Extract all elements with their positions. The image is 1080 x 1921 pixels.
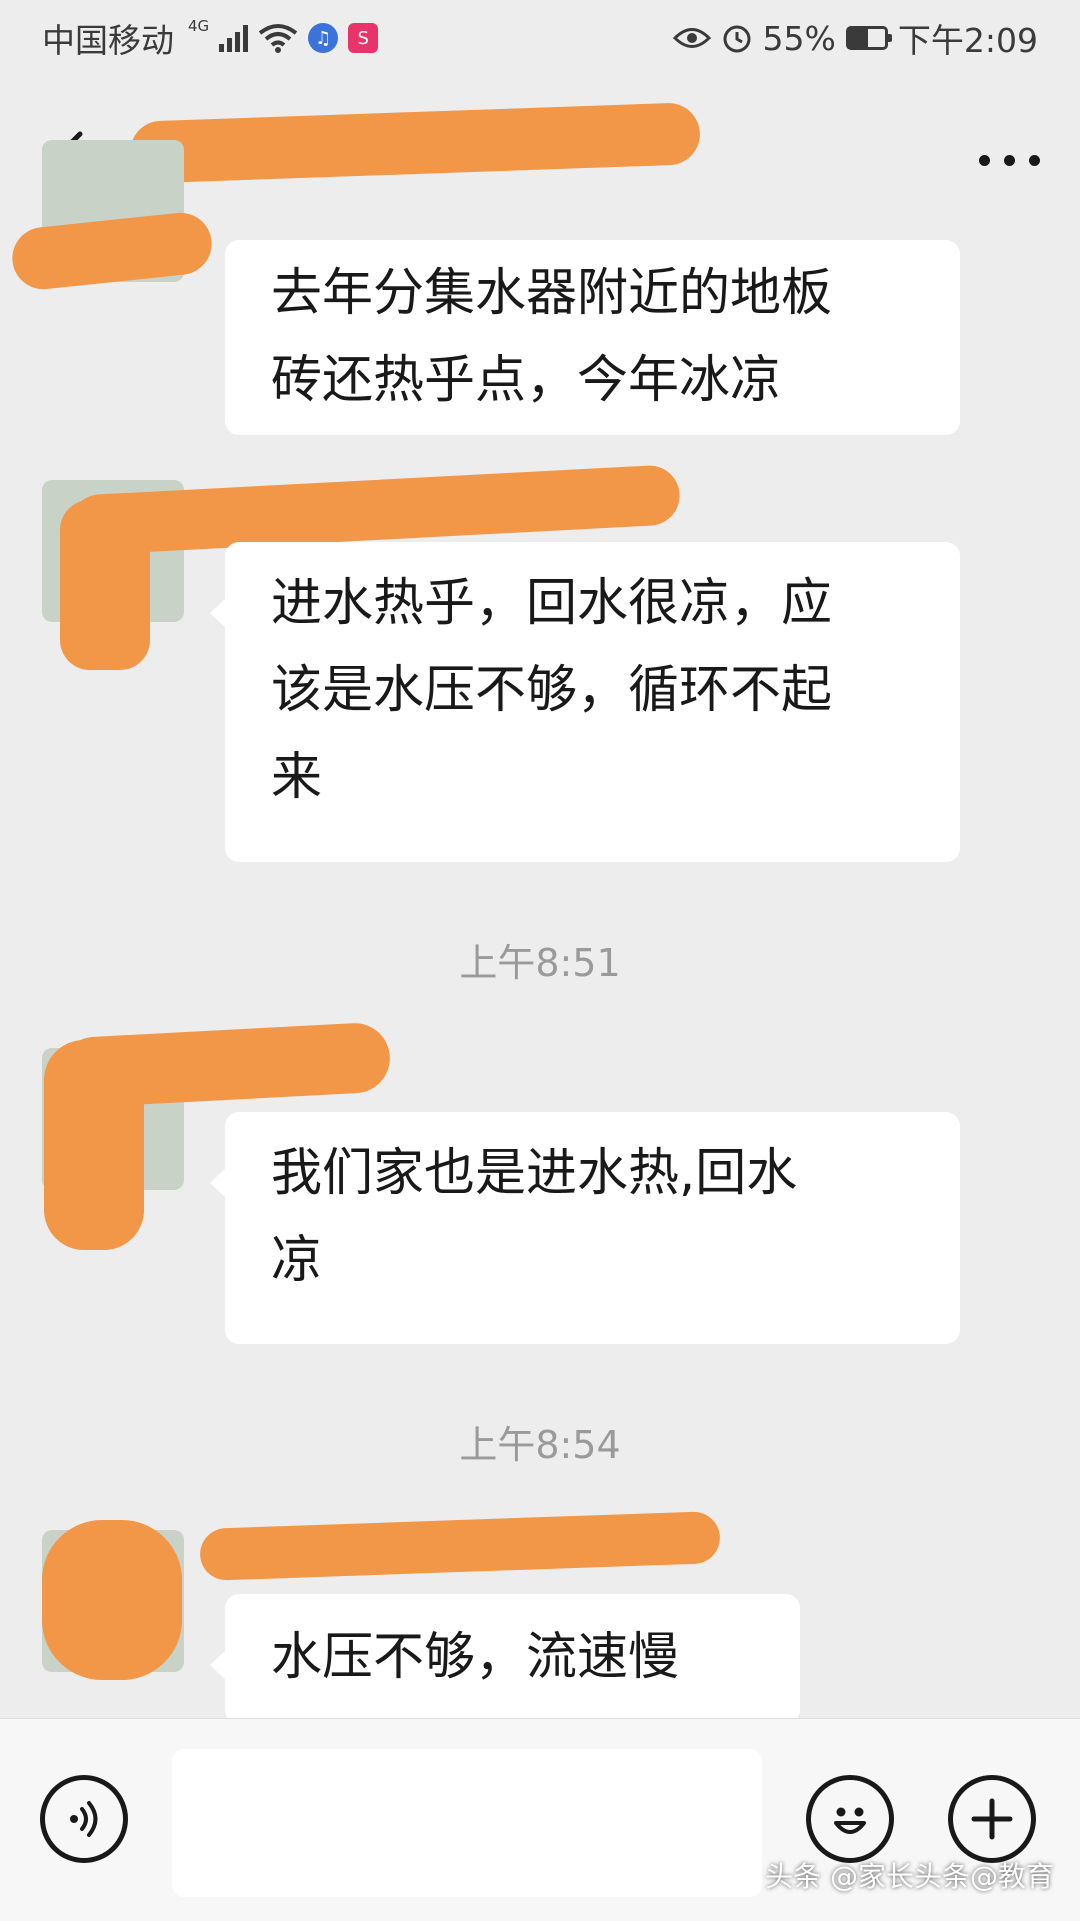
wifi-icon: [258, 24, 298, 53]
signal-icon: [219, 24, 249, 52]
battery-percent: 55%: [762, 18, 836, 58]
status-bar: 中国移动 4G ♫ S 55% 下午2:09: [0, 0, 1080, 76]
message-input[interactable]: [172, 1749, 762, 1897]
alarm-icon: [723, 25, 751, 53]
status-left: 中国移动 4G ♫ S: [42, 14, 379, 62]
message-line: 砖还热乎点，今年冰凉: [271, 351, 782, 410]
message-bubble[interactable]: 进水热乎，回水很凉，应 该是水压不够，循环不起 来: [210, 542, 960, 862]
message-bubble[interactable]: 我们家也是进水热,回水 凉: [210, 1112, 960, 1344]
message-bubble[interactable]: 水压不够，流速慢: [210, 1594, 800, 1724]
message-line: 我们家也是进水热,回水: [271, 1144, 798, 1203]
music-app-icon: ♫: [308, 23, 339, 53]
message-line: 来: [271, 748, 323, 807]
carrier-name: 中国移动: [42, 21, 174, 60]
eye-icon: [672, 28, 711, 48]
network-type: 4G: [188, 17, 210, 35]
more-dots-icon[interactable]: [979, 154, 1040, 166]
message-line: 进水热乎，回水很凉，应: [271, 574, 833, 633]
message-line: 凉: [271, 1231, 323, 1290]
voice-icon[interactable]: [40, 1775, 128, 1863]
message-line: 去年分集水器附近的地板: [271, 264, 833, 323]
message-line: 水压不够，流速慢: [271, 1628, 680, 1687]
message-bubble[interactable]: 去年分集水器附近的地板 砖还热乎点，今年冰凉: [225, 240, 960, 435]
watermark: 头条 @家长头条@教育: [765, 1860, 1054, 1893]
redaction-scribble: [199, 1510, 721, 1582]
status-right: 55% 下午2:09: [672, 14, 1038, 62]
message-timestamp: 上午8:51: [459, 941, 621, 985]
redaction-scribble: [42, 1520, 182, 1680]
clock: 下午2:09: [897, 21, 1038, 60]
plus-icon[interactable]: [948, 1775, 1036, 1863]
message-timestamp: 上午8:54: [459, 1423, 621, 1467]
input-bar: 头条 @家长头条@教育: [0, 1718, 1080, 1921]
redaction-scribble: [60, 500, 150, 670]
battery-icon: [845, 26, 892, 50]
emoji-icon[interactable]: [806, 1775, 894, 1863]
message-line: 该是水压不够，循环不起: [271, 661, 833, 720]
video-app-icon: S: [348, 23, 379, 53]
redaction-scribble: [44, 1040, 144, 1250]
